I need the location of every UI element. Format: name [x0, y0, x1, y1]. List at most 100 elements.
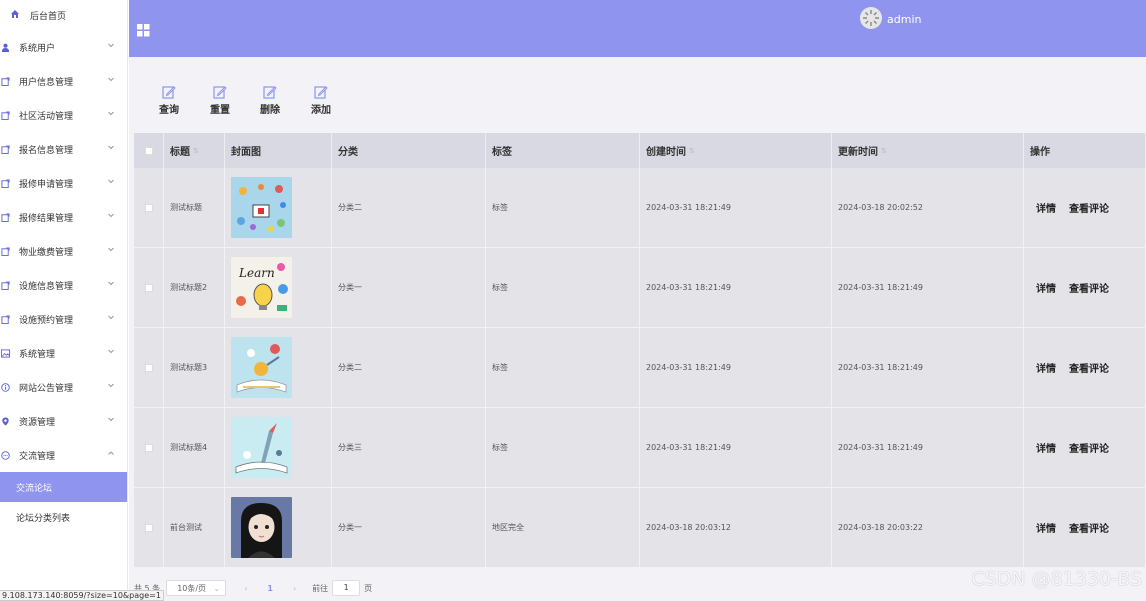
sidebar-item-label: 报修申请管理 [19, 179, 74, 190]
sort-icon[interactable]: ⇅ [689, 147, 695, 155]
sidebar-item-home[interactable]: 后台首页 [0, 0, 127, 30]
query-button[interactable]: 查询 [149, 85, 189, 116]
view-comments-button[interactable]: 查看评论 [1069, 520, 1109, 535]
row-checkbox[interactable] [144, 443, 153, 452]
view-comments-button[interactable]: 查看评论 [1069, 280, 1109, 295]
sidebar-item[interactable]: 网站公告管理 [0, 370, 127, 404]
cover-image[interactable] [231, 497, 292, 558]
cover-image[interactable] [231, 177, 292, 238]
menu-grid-icon[interactable] [137, 24, 150, 37]
doc-icon [0, 246, 10, 256]
select-all-cell [134, 133, 164, 168]
row-checkbox[interactable] [144, 203, 153, 212]
sidebar-item[interactable]: 系统管理 [0, 336, 127, 370]
detail-button[interactable]: 详情 [1036, 280, 1056, 295]
add-button-label: 添加 [311, 105, 331, 116]
chevron-down-icon [107, 245, 115, 253]
next-page-button[interactable]: › [293, 584, 296, 593]
sidebar-subitem[interactable]: 论坛分类列表 [0, 502, 127, 532]
reset-button[interactable]: 重置 [200, 85, 240, 116]
chevron-down-icon [107, 143, 115, 151]
row-checkbox[interactable] [144, 363, 153, 372]
row-select-cell [134, 168, 164, 247]
cell-updated: 2024-03-31 18:21:49 [832, 328, 1024, 407]
chat-icon [0, 450, 10, 460]
goto-prefix: 前往 [312, 583, 329, 593]
sidebar-item[interactable]: 交流管理 [0, 438, 127, 472]
page-size-select[interactable]: 10条/页 ⌄ [166, 580, 227, 596]
cell-tag: 标签 [486, 168, 640, 247]
title-text: 前台测试 [170, 523, 202, 532]
sidebar-item[interactable]: 社区活动管理 [0, 98, 127, 132]
sidebar-item[interactable]: 用户信息管理 [0, 64, 127, 98]
sidebar-item[interactable]: 物业缴费管理 [0, 234, 127, 268]
sidebar-item[interactable]: 设施信息管理 [0, 268, 127, 302]
sidebar-item[interactable]: 报修结果管理 [0, 200, 127, 234]
avatar[interactable] [860, 7, 882, 29]
title-text: 测试标题3 [170, 363, 208, 372]
page-number-current[interactable]: 1 [267, 584, 273, 593]
sort-icon[interactable]: ⇅ [881, 147, 887, 155]
cell-updated: 2024-03-18 20:03:22 [832, 488, 1024, 567]
select-all-checkbox[interactable] [144, 146, 153, 155]
user-name[interactable]: admin [887, 13, 921, 26]
add-button[interactable]: 添加 [301, 85, 341, 116]
chevron-down-icon [107, 415, 115, 423]
header-updated-label: 更新时间 [838, 147, 878, 158]
detail-button[interactable]: 详情 [1036, 520, 1056, 535]
row-select-cell [134, 488, 164, 567]
row-select-cell [134, 248, 164, 327]
goto-page-input[interactable]: 1 [332, 580, 361, 596]
category-text: 分类一 [338, 523, 362, 532]
cell-category: 分类一 [332, 488, 486, 567]
sidebar-item[interactable]: 报修申请管理 [0, 166, 127, 200]
row-checkbox[interactable] [144, 523, 153, 532]
svg-text:Learn: Learn [238, 266, 275, 280]
cell-category: 分类二 [332, 328, 486, 407]
sidebar-item[interactable]: 系统用户 [0, 30, 127, 64]
row-select-cell [134, 408, 164, 487]
header-actions-label: 操作 [1030, 147, 1050, 158]
cover-image[interactable] [231, 417, 292, 478]
header-created-label: 创建时间 [646, 147, 686, 158]
edit-icon [301, 85, 341, 99]
updated-time: 2024-03-31 18:21:49 [838, 363, 923, 372]
detail-button[interactable]: 详情 [1036, 440, 1056, 455]
created-time: 2024-03-31 18:21:49 [646, 443, 731, 452]
header-created[interactable]: 创建时间 ⇅ [640, 133, 832, 168]
updated-time: 2024-03-18 20:03:22 [838, 523, 923, 532]
chevron-down-icon [107, 211, 115, 219]
row-checkbox[interactable] [144, 283, 153, 292]
delete-button-label: 删除 [260, 105, 280, 116]
pagination: 共 5 条 10条/页 ⌄ ‹ 1 › 前往 1 页 [134, 578, 372, 598]
view-comments-button[interactable]: 查看评论 [1069, 200, 1109, 215]
table-row: 前台测试 分类一 地区完全 2024-03-18 20:03:12 2024-03-18… [134, 488, 1146, 568]
view-comments-button[interactable]: 查看评论 [1069, 440, 1109, 455]
prev-page-button[interactable]: ‹ [244, 584, 247, 593]
header-updated[interactable]: 更新时间 ⇅ [832, 133, 1024, 168]
view-comments-button[interactable]: 查看评论 [1069, 360, 1109, 375]
cell-category: 分类三 [332, 408, 486, 487]
detail-button[interactable]: 详情 [1036, 360, 1056, 375]
doc-icon [0, 314, 10, 324]
sidebar-item[interactable]: 报名信息管理 [0, 132, 127, 166]
doc-icon [0, 178, 10, 188]
sidebar-item-label: 社区活动管理 [19, 111, 74, 122]
main-content: 查询 重置 删除 添加 标题 ⇅ 封面图 分类 标签 创建时间 ⇅ 更新时间 ⇅ 操作… [129, 57, 1146, 601]
sort-icon[interactable]: ⇅ [193, 147, 199, 155]
sidebar-item[interactable]: 资源管理 [0, 404, 127, 438]
delete-button[interactable]: 删除 [250, 85, 290, 116]
cell-cover [225, 168, 332, 247]
info-icon [0, 382, 10, 392]
cell-cover [225, 328, 332, 407]
cover-image[interactable] [231, 337, 292, 398]
header-title[interactable]: 标题 ⇅ [164, 133, 225, 168]
edit-icon [149, 85, 189, 99]
header-tag-label: 标签 [492, 147, 512, 158]
cover-image[interactable]: Learn [231, 257, 292, 318]
chevron-down-icon [107, 347, 115, 355]
detail-button[interactable]: 详情 [1036, 200, 1056, 215]
sidebar-item[interactable]: 设施预约管理 [0, 302, 127, 336]
sidebar-subitem[interactable]: 交流论坛 [0, 472, 127, 502]
query-button-label: 查询 [159, 105, 179, 116]
